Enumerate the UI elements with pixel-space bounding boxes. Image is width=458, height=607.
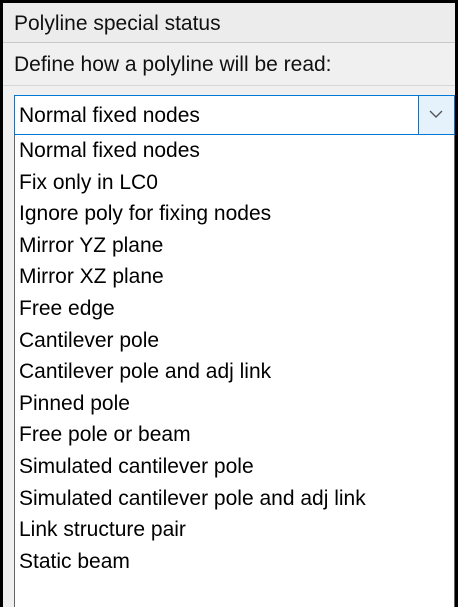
option-pinned-pole[interactable]: Pinned pole xyxy=(15,388,454,420)
combobox-selected-value: Normal fixed nodes xyxy=(19,104,200,127)
option-normal-fixed-nodes[interactable]: Normal fixed nodes xyxy=(15,135,454,167)
option-link-structure-pair[interactable]: Link structure pair xyxy=(15,514,454,546)
option-cantilever-pole-and-adj-link[interactable]: Cantilever pole and adj link xyxy=(15,356,454,388)
polyline-status-combobox[interactable]: Normal fixed nodes xyxy=(14,95,455,135)
dropdown-options-list[interactable]: Normal fixed nodes Fix only in LC0 Ignor… xyxy=(14,135,455,607)
panel-title: Polyline special status xyxy=(14,12,221,35)
chevron-down-icon xyxy=(429,110,443,118)
option-simulated-cantilever-pole[interactable]: Simulated cantilever pole xyxy=(15,451,454,483)
option-cantilever-pole[interactable]: Cantilever pole xyxy=(15,325,454,357)
option-ignore-poly-for-fixing-nodes[interactable]: Ignore poly for fixing nodes xyxy=(15,198,454,230)
prompt-label: Define how a polyline will be read: xyxy=(14,53,332,76)
option-mirror-xz-plane[interactable]: Mirror XZ plane xyxy=(15,261,454,293)
option-free-edge[interactable]: Free edge xyxy=(15,293,454,325)
option-static-beam[interactable]: Static beam xyxy=(15,546,454,578)
prompt-row: Define how a polyline will be read: xyxy=(3,43,455,86)
option-mirror-yz-plane[interactable]: Mirror YZ plane xyxy=(15,230,454,262)
panel-header: Polyline special status xyxy=(3,3,455,43)
option-free-pole-or-beam[interactable]: Free pole or beam xyxy=(15,419,454,451)
option-fix-only-in-lc0[interactable]: Fix only in LC0 xyxy=(15,167,454,199)
polyline-status-panel: Polyline special status Define how a pol… xyxy=(0,0,458,607)
dropdown-arrow-button[interactable] xyxy=(418,96,454,134)
option-simulated-cantilever-pole-and-adj-link[interactable]: Simulated cantilever pole and adj link xyxy=(15,483,454,515)
